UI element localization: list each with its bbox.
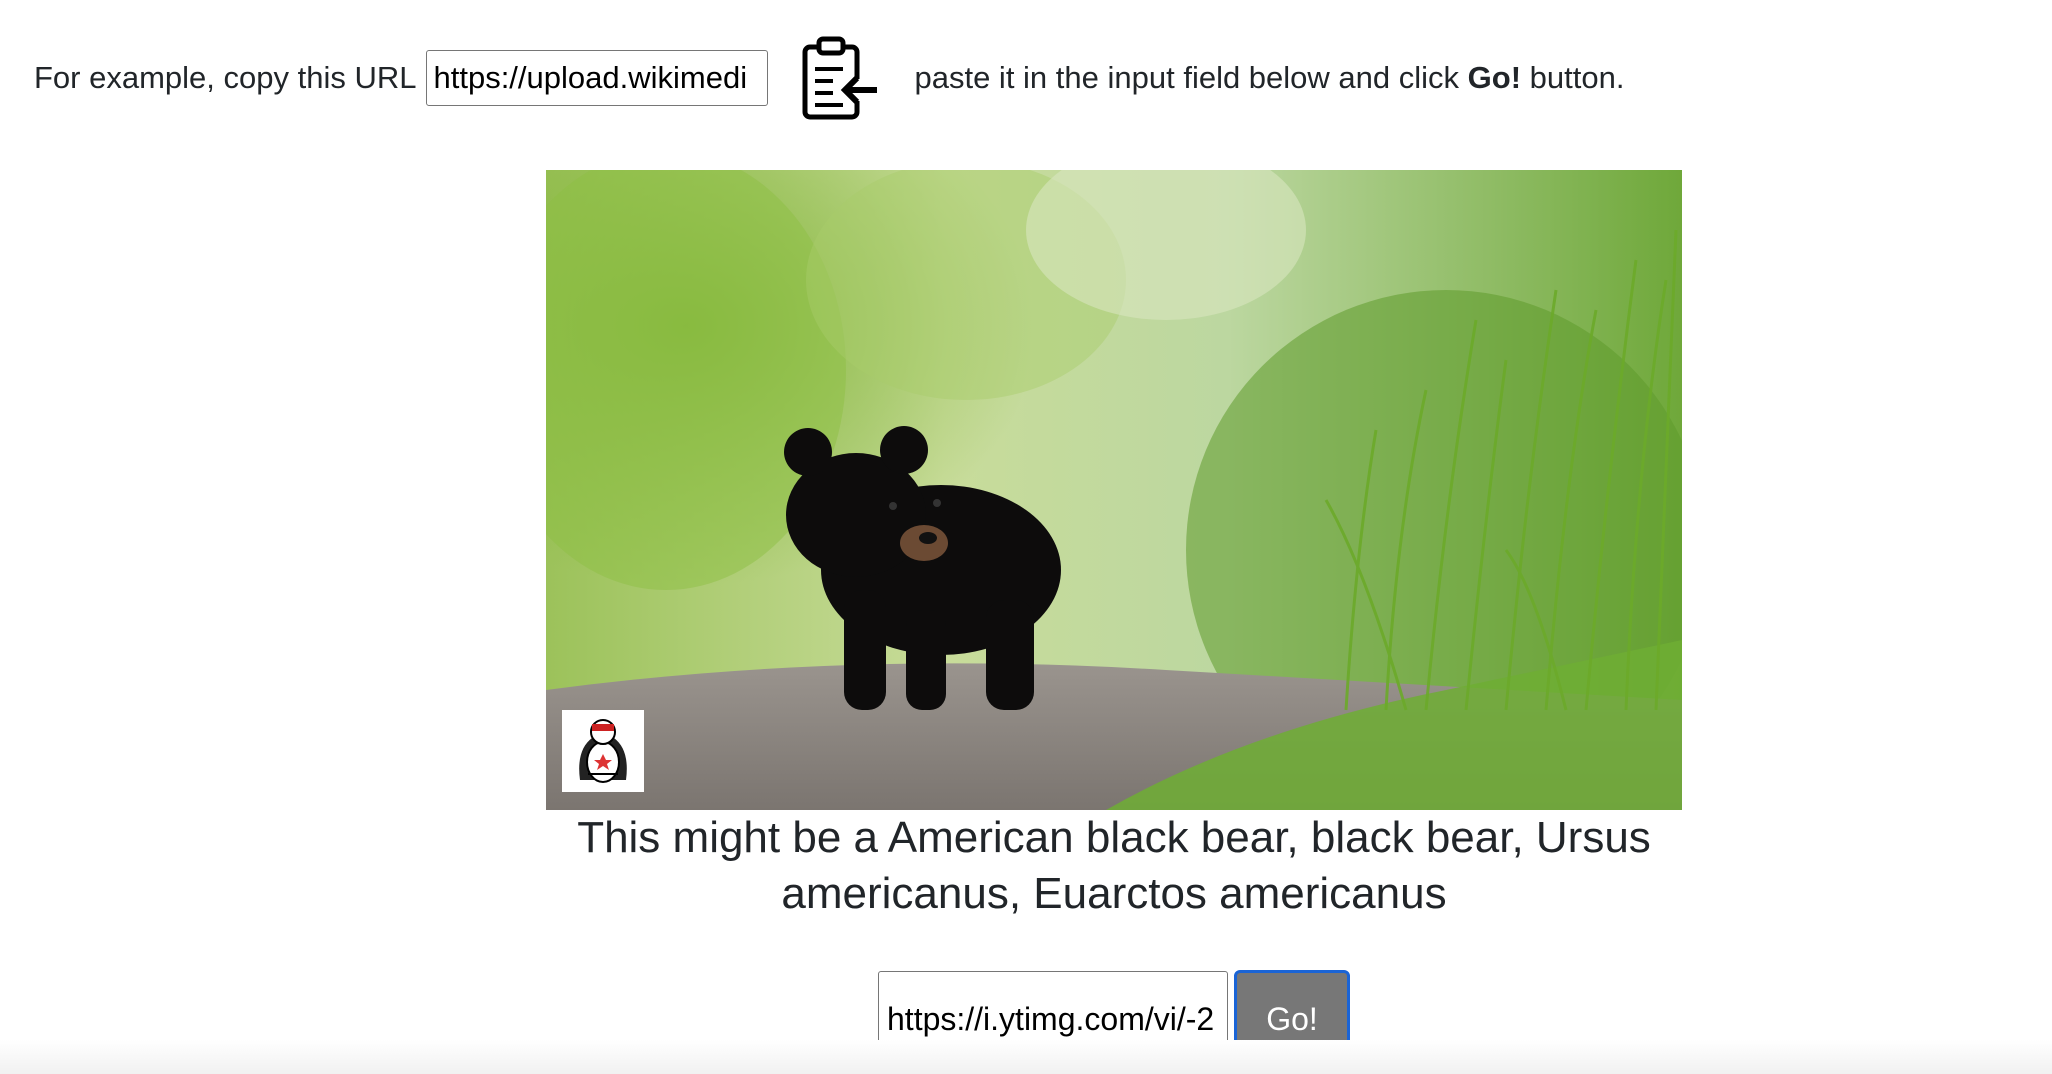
- clipboard-paste-icon[interactable]: [798, 35, 884, 121]
- prediction-line-2: americanus, Euarctos americanus: [781, 869, 1447, 918]
- page-bottom-edge: [0, 1040, 2052, 1074]
- paste-instructions: paste it in the input field below and cl…: [914, 60, 1625, 95]
- instructions-lead: For example, copy this URL: [34, 60, 417, 95]
- prediction-result: This might be a American black bear, bla…: [500, 810, 1728, 922]
- bear-cub-photo: [546, 170, 1682, 810]
- example-url-field[interactable]: [426, 50, 769, 106]
- go-emphasis: Go!: [1467, 60, 1522, 95]
- prediction-line-1: This might be a American black bear, bla…: [577, 813, 1651, 862]
- mascot-logo: [562, 710, 644, 792]
- instructions-row: For example, copy this URL paste it in t…: [34, 35, 1625, 121]
